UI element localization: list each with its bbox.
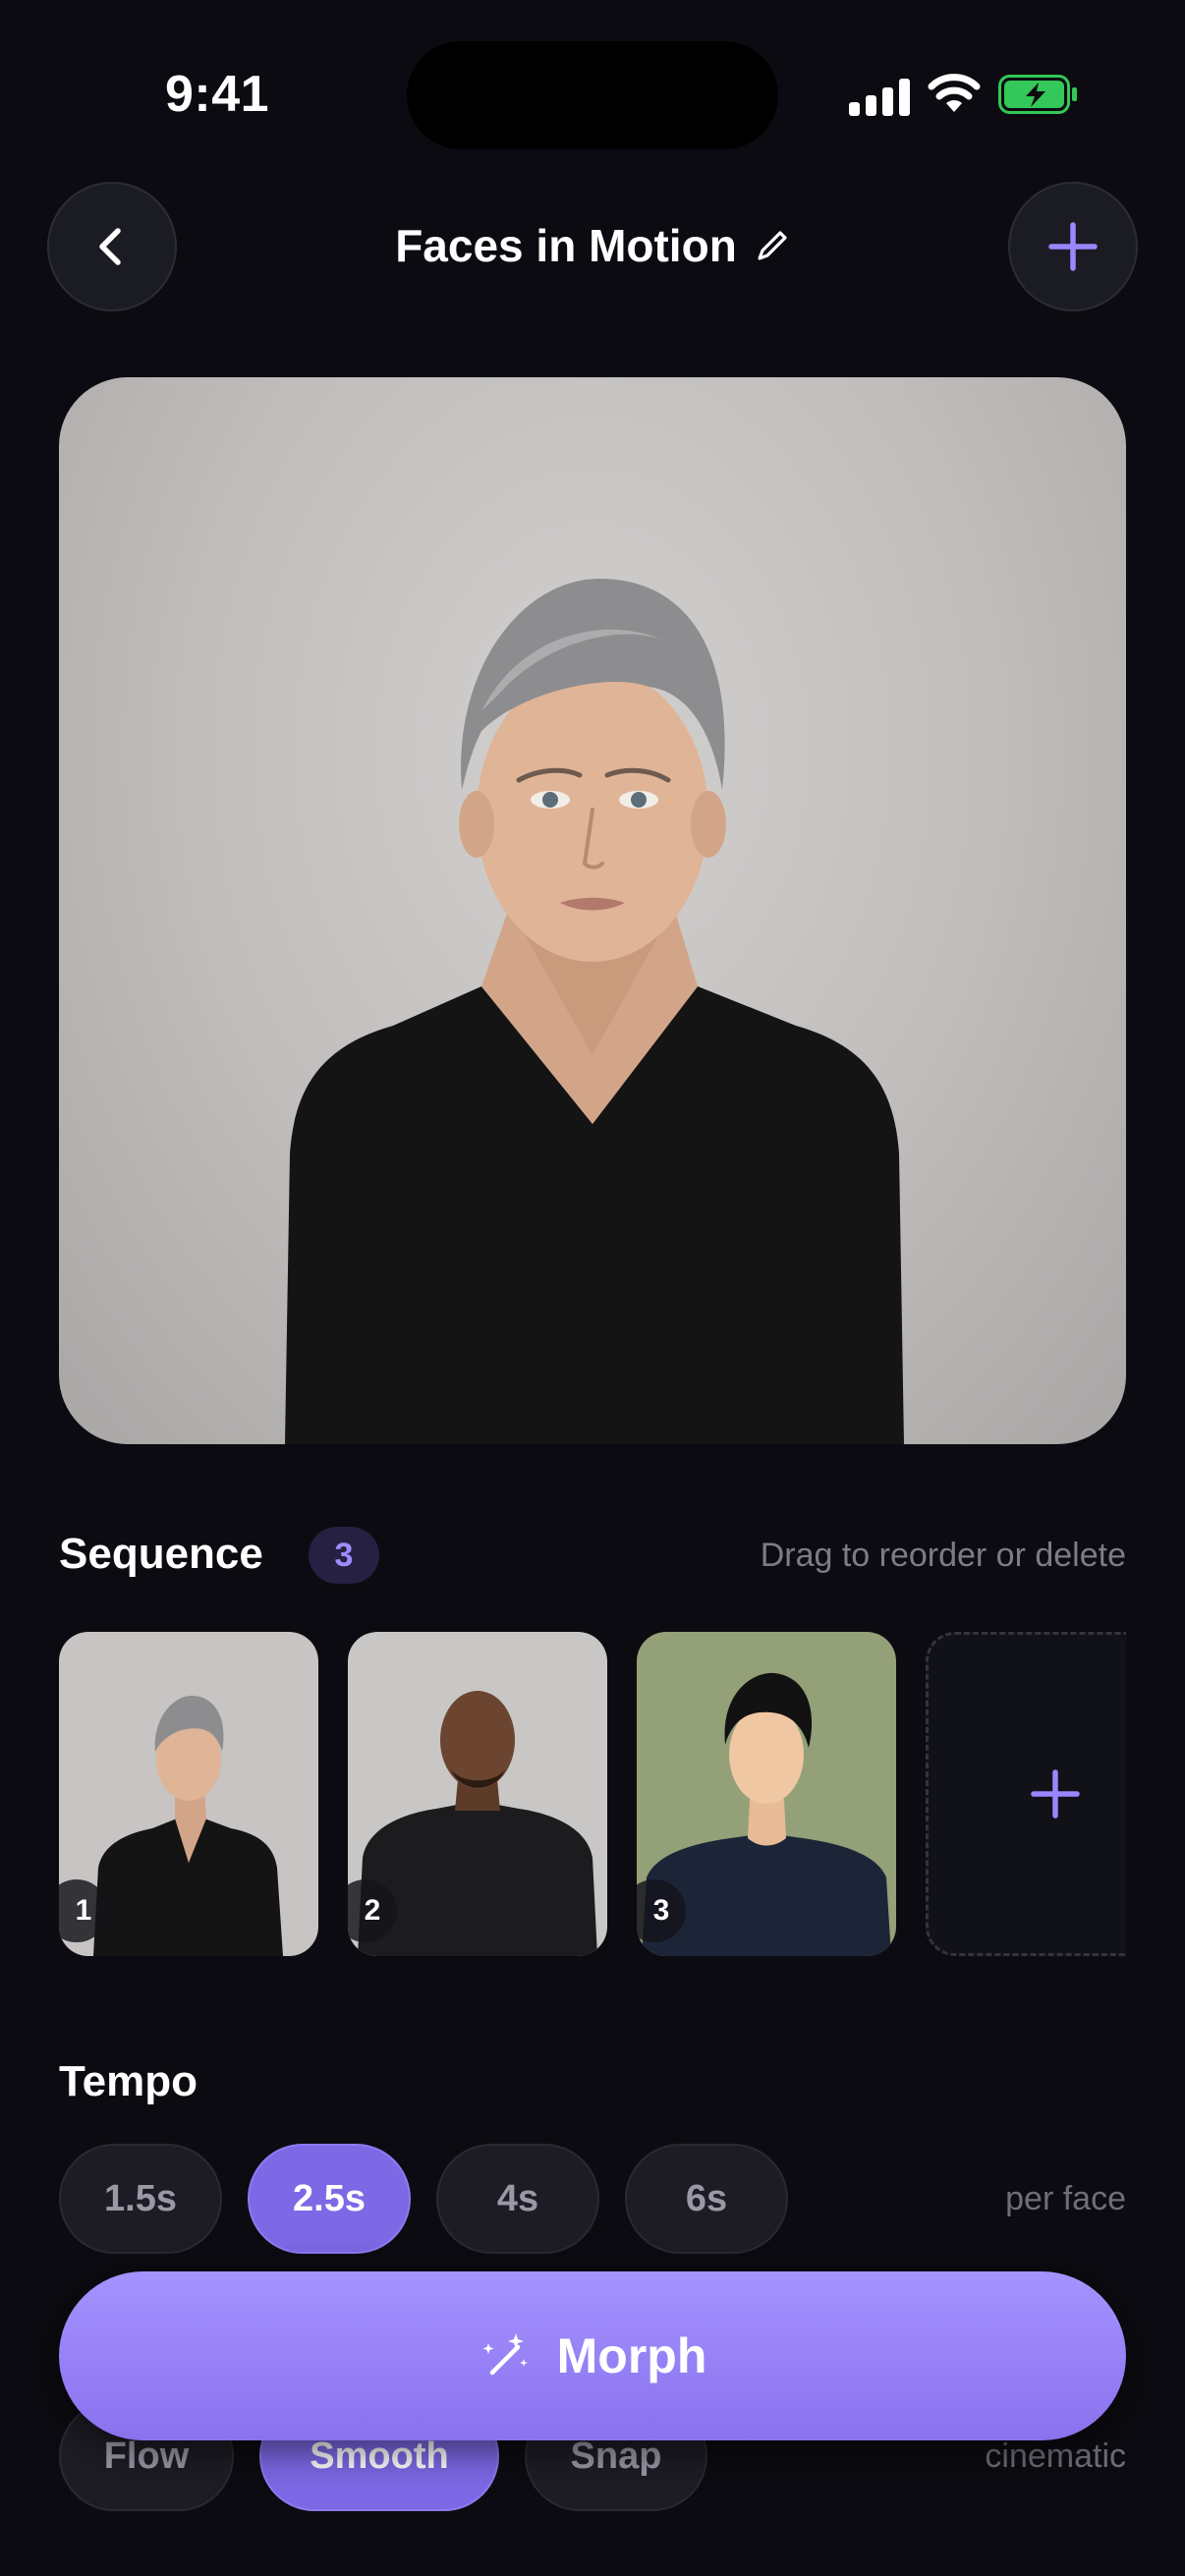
sequence-item[interactable]: 2 (348, 1632, 607, 1956)
tempo-option[interactable]: 6s (625, 2144, 788, 2254)
sequence-hint: Drag to reorder or delete (760, 1537, 1126, 1574)
plus-icon (1031, 1769, 1080, 1819)
tempo-unit-label: per face (1005, 2180, 1126, 2217)
status-time: 9:41 (165, 66, 270, 123)
tempo-heading: Tempo (59, 2057, 198, 2105)
face-preview (59, 377, 1126, 1444)
morph-button-label: Morph (556, 2328, 707, 2383)
tempo-option[interactable]: 1.5s (59, 2144, 222, 2254)
sequence-count-badge: 3 (309, 1527, 379, 1584)
back-button[interactable] (47, 182, 177, 311)
chevron-left-icon (99, 228, 121, 265)
pencil-icon[interactable] (755, 228, 790, 263)
magic-wand-icon (482, 2333, 528, 2376)
portrait-image (285, 579, 904, 1444)
dynamic-island (407, 41, 778, 149)
sequence-item[interactable]: 3 (637, 1632, 896, 1956)
sequence-heading: Sequence (59, 1530, 263, 1578)
cellular-signal-icon (849, 79, 910, 116)
page-title: Faces in Motion (395, 220, 737, 271)
title-group[interactable]: Faces in Motion (295, 216, 890, 275)
add-to-sequence-tile[interactable] (926, 1632, 1126, 1956)
add-tile-container (926, 1621, 1126, 1967)
morph-button[interactable]: Morph (59, 2271, 1126, 2440)
add-face-button[interactable] (1008, 182, 1138, 311)
tempo-option[interactable]: 4s (436, 2144, 599, 2254)
style-unit-label: cinematic (985, 2437, 1126, 2475)
battery-charging-icon (998, 75, 1077, 114)
plus-icon (1048, 222, 1098, 271)
wifi-icon (928, 74, 981, 112)
sequence-item[interactable]: 1 (59, 1632, 318, 1956)
tempo-option-selected[interactable]: 2.5s (248, 2144, 411, 2254)
